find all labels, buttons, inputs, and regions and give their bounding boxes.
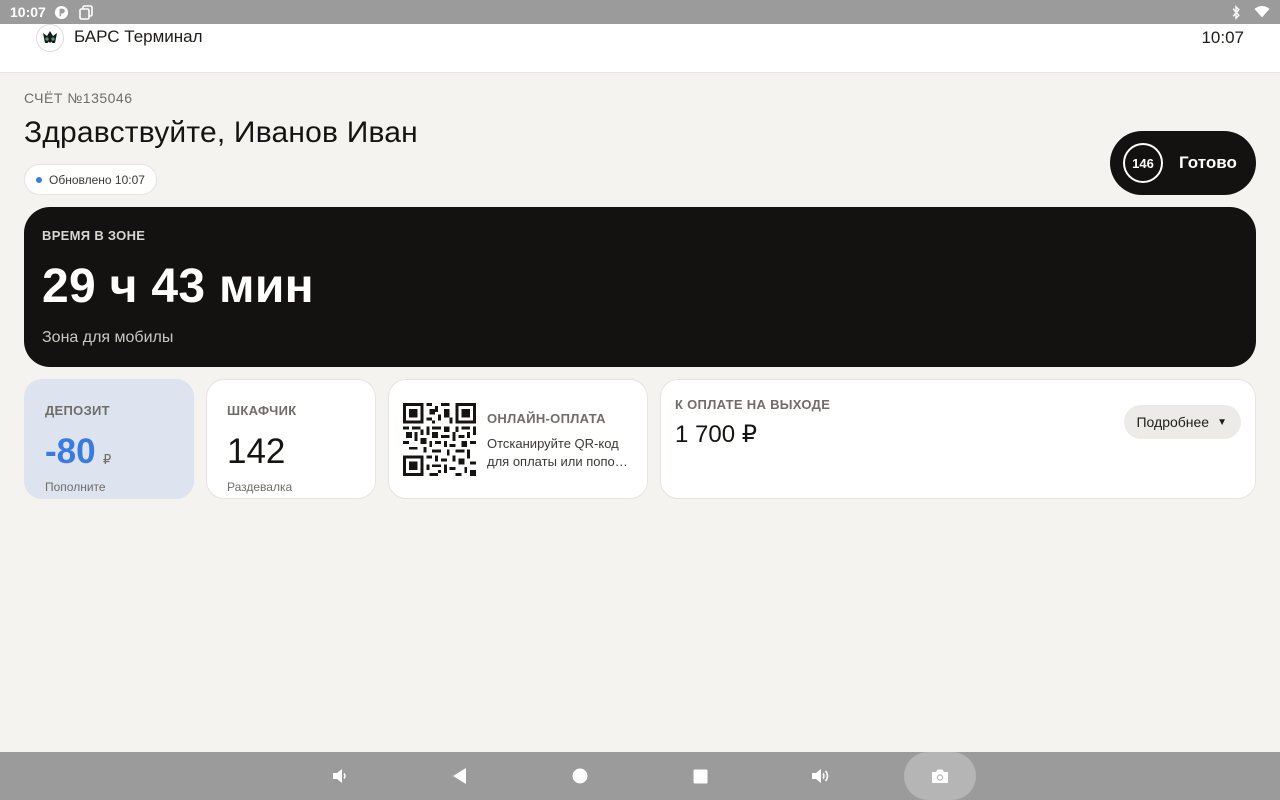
volume-down-icon [333, 769, 346, 783]
exit-payment-card: К ОПЛАТЕ НА ВЫХОДЕ 1 700 ₽ Подробнее ▼ [660, 379, 1256, 499]
qr-code-icon [403, 403, 476, 476]
ready-label: Готово [1179, 153, 1237, 172]
status-dot-icon [36, 176, 42, 183]
online-payment-line-2: для оплаты или попо… [487, 454, 628, 469]
deposit-label: ДЕПОЗИТ [45, 403, 110, 418]
app-notification-icon [54, 4, 70, 20]
screenshot-button[interactable] [904, 752, 976, 800]
countdown-ring: 146 [1123, 143, 1163, 183]
copy-icon [78, 4, 94, 20]
ready-button[interactable]: 146 Готово [1110, 131, 1256, 195]
zone-time-card: ВРЕМЯ В ЗОНЕ 29 ч 43 мин Зона для мобилы [24, 207, 1256, 367]
deposit-currency: ₽ [103, 452, 112, 467]
recents-button[interactable] [670, 752, 730, 800]
greeting-title: Здравствуйте, Иванов Иван [24, 116, 418, 149]
locker-number: 142 [227, 432, 286, 471]
locker-location: Раздевалка [227, 480, 293, 494]
volume-up-button[interactable] [790, 752, 850, 800]
home-button[interactable] [550, 752, 610, 800]
app-title: БАРС Терминал [74, 27, 203, 46]
locker-label: ШКАФЧИК [227, 403, 297, 418]
updated-text: Обновлено 10:07 [49, 172, 145, 187]
details-button[interactable]: Подробнее ▼ [1124, 405, 1241, 439]
volume-down-button[interactable] [310, 752, 370, 800]
deposit-hint: Пополните [45, 480, 106, 494]
recents-icon [693, 769, 707, 783]
home-icon [572, 768, 588, 784]
camera-icon [932, 769, 948, 783]
deposit-card[interactable]: ДЕПОЗИТ -80 ₽ Пополните [24, 379, 194, 499]
online-payment-description: Отсканируйте QR-код для оплаты или попо… [487, 435, 633, 471]
app-header: БАРС Терминал 10:07 [0, 24, 1280, 73]
deposit-amount: -80 [45, 432, 96, 471]
locker-card: ШКАФЧИК 142 Раздевалка [206, 379, 376, 499]
caret-down-icon: ▼ [1217, 416, 1227, 428]
account-number: СЧЁТ №135046 [24, 90, 133, 106]
online-payment-card[interactable]: ОНЛАЙН-ОПЛАТА Отсканируйте QR-код для оп… [388, 379, 648, 499]
system-nav-bar [0, 752, 1280, 800]
volume-up-icon [812, 769, 829, 783]
online-payment-label: ОНЛАЙН-ОПЛАТА [487, 411, 606, 426]
wifi-icon [1254, 4, 1270, 20]
online-payment-line-1: Отсканируйте QR-код [487, 436, 619, 451]
bluetooth-icon [1228, 4, 1244, 20]
header-clock: 10:07 [1201, 28, 1244, 47]
exit-payment-amount: 1 700 ₽ [675, 421, 757, 448]
back-button[interactable] [430, 752, 490, 800]
details-label: Подробнее [1136, 414, 1210, 430]
status-bar: 10:07 [0, 0, 1280, 24]
updated-badge: Обновлено 10:07 [24, 164, 157, 195]
bars-logo-icon [36, 24, 64, 52]
exit-payment-label: К ОПЛАТЕ НА ВЫХОДЕ [675, 397, 831, 412]
back-icon [453, 768, 466, 784]
zone-name: Зона для мобилы [42, 329, 174, 346]
zone-time-value: 29 ч 43 мин [42, 260, 314, 313]
status-time: 10:07 [10, 4, 46, 20]
zone-time-label: ВРЕМЯ В ЗОНЕ [42, 228, 146, 243]
